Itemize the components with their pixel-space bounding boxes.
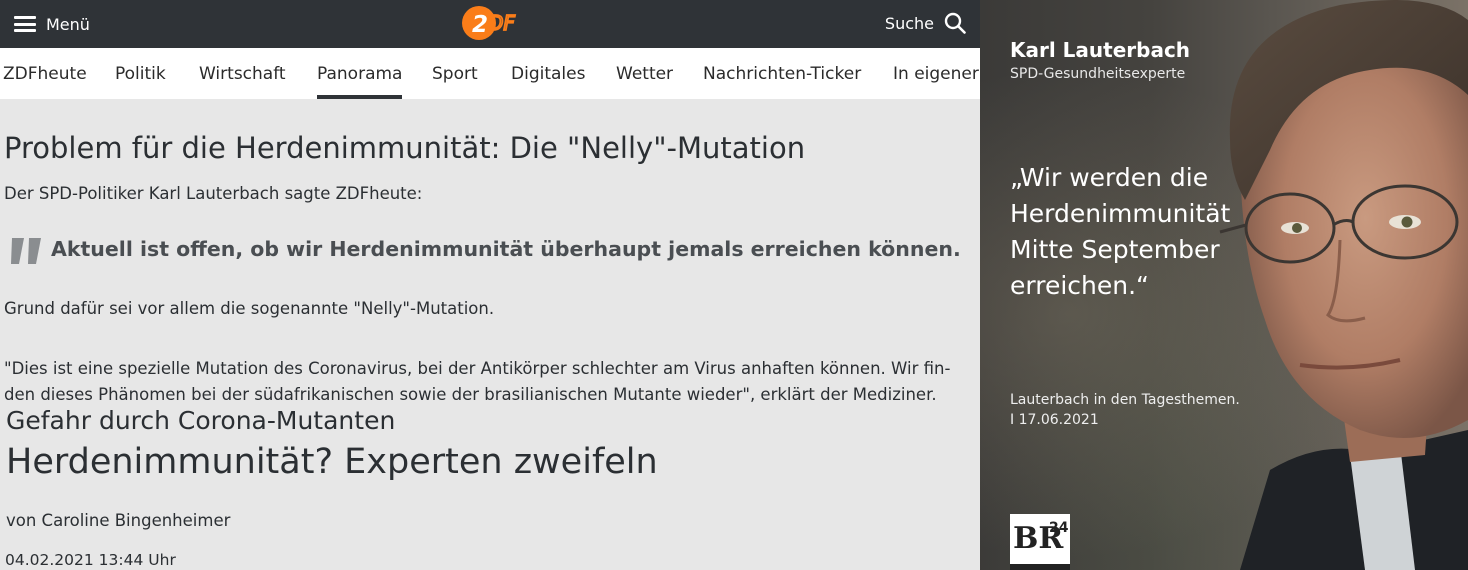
speaker-quote: „Wir werden die Herdenimmunität Mitte Se… [1010,163,1231,300]
speaker-role: SPD-Gesundheitsexperte [1010,66,1186,82]
nav-item-panorama[interactable]: Panorama [317,48,403,99]
caption-line: Lauterbach in den Tagesthemen. [1010,392,1240,408]
teaser-headline[interactable]: Herdenimmunität? Experten zweifeln [6,442,658,482]
teaser-date: 04.02.2021 13:44 Uhr [5,551,176,569]
br24-logo: BR 24 [1010,514,1070,570]
search-button[interactable]: Suche [885,12,966,34]
svg-text:DF: DF [488,11,515,35]
speaker-name: Karl Lauterbach [1010,38,1191,62]
teaser-kicker[interactable]: Gefahr durch Corona-Mutanten [6,406,395,435]
zdf-page: Menü 2 DF Suche ZDFheute Politik Wirtsch… [0,0,980,570]
zdf-logo[interactable]: 2 DF [461,5,521,41]
teaser-author: von Caroline Bingenheimer [6,511,231,530]
photo-caption: Lauterbach in den Tagesthemen. I 17.06.2… [1010,390,1240,430]
article-intro: Der SPD-Politiker Karl Lauterbach sagte … [4,184,423,203]
nav-item-sport[interactable]: Sport [432,48,478,99]
article-title: Problem für die Herdenimmunität: Die "Ne… [4,131,806,165]
hamburger-icon [14,16,36,32]
caption-line: I 17.06.2021 [1010,412,1099,428]
nav-item-zdfheute[interactable]: ZDFheute [3,48,87,99]
nav-item-politik[interactable]: Politik [115,48,166,99]
pull-quote: Aktuell ist offen, ob wir Herdenimmunitä… [51,237,961,261]
nav-item-wirtschaft[interactable]: Wirtschaft [199,48,286,99]
nav-item-in-eigener[interactable]: In eigener [893,48,979,99]
article-paragraph: "Dies ist eine spezielle Mutation des Co… [4,359,951,404]
top-bar: Menü 2 DF Suche [0,0,980,48]
svg-text:24: 24 [1049,520,1069,536]
quote-mark-icon [11,238,41,264]
menu-label: Menü [46,14,90,34]
search-label: Suche [884,13,934,33]
nav-item-wetter[interactable]: Wetter [616,48,673,99]
section-nav: ZDFheute Politik Wirtschaft Panorama Spo… [0,48,980,99]
search-icon [944,12,966,34]
article-paragraph: Grund dafür sei vor allem die sogenannte… [4,299,495,318]
nav-item-digitales[interactable]: Digitales [511,48,585,99]
menu-button[interactable]: Menü [14,13,90,35]
nav-item-nachrichten-ticker[interactable]: Nachrichten-Ticker [703,48,861,99]
quote-card: Karl Lauterbach SPD-Gesundheitsexperte „… [980,0,1468,570]
svg-text:2: 2 [472,12,488,38]
